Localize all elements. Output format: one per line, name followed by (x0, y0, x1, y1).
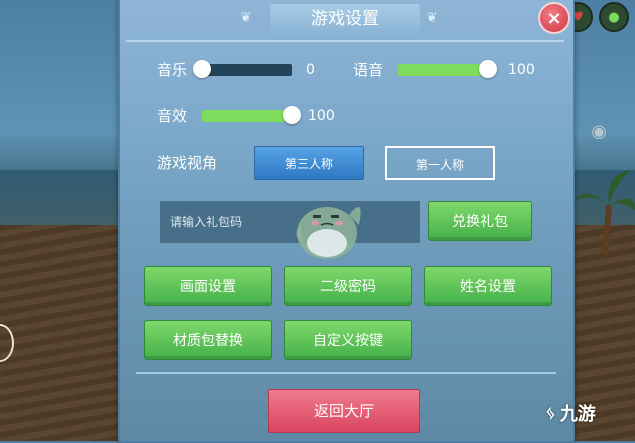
voice-slider-fill (398, 64, 488, 76)
view-label: 游戏视角 (157, 154, 218, 172)
footer-divider (136, 372, 556, 374)
voice-slider[interactable] (398, 60, 497, 78)
third-person-button[interactable]: 第三人称 (254, 146, 364, 180)
redeem-gift-button[interactable]: 兑换礼包 (428, 201, 532, 241)
music-slider[interactable] (193, 60, 292, 78)
mascot-fish-icon (296, 207, 361, 259)
music-value: 0 (306, 62, 315, 78)
back-to-lobby-button[interactable]: 返回大厅 (268, 389, 420, 433)
voice-value: 100 (508, 62, 535, 78)
close-button[interactable]: × (538, 2, 570, 34)
sfx-slider-fill (202, 110, 292, 122)
header-divider (126, 40, 564, 42)
watermark: ᛃ 九游 (545, 400, 596, 426)
close-icon: × (546, 7, 562, 29)
eye-icon[interactable]: ◉ (591, 121, 607, 142)
ornament-right-icon: ❦ (426, 10, 438, 26)
watermark-logo-icon: ᛃ (545, 402, 556, 424)
music-slider-knob[interactable] (193, 60, 211, 78)
texture-pack-button[interactable]: 材质包替换 (144, 320, 272, 360)
sfx-slider-knob[interactable] (283, 106, 301, 124)
voice-label: 语音 (353, 61, 384, 79)
watermark-text: 九游 (559, 404, 596, 425)
dialog-title: 游戏设置 (270, 4, 420, 34)
custom-keys-button[interactable]: 自定义按键 (284, 320, 412, 360)
name-settings-button[interactable]: 姓名设置 (424, 266, 552, 306)
first-person-button[interactable]: 第一人称 (385, 146, 495, 180)
ornament-left-icon: ❦ (240, 10, 252, 26)
status-icon[interactable]: ● (599, 2, 629, 32)
graphics-settings-button[interactable]: 画面设置 (144, 266, 272, 306)
music-label: 音乐 (157, 61, 188, 79)
palm-tree-icon (575, 170, 635, 255)
sfx-slider[interactable] (202, 106, 301, 124)
voice-slider-knob[interactable] (479, 60, 497, 78)
second-password-button[interactable]: 二级密码 (284, 266, 412, 306)
dialog-header: ❦ 游戏设置 ❦ × (120, 0, 573, 40)
sfx-label: 音效 (157, 107, 188, 125)
sfx-value: 100 (308, 108, 335, 124)
